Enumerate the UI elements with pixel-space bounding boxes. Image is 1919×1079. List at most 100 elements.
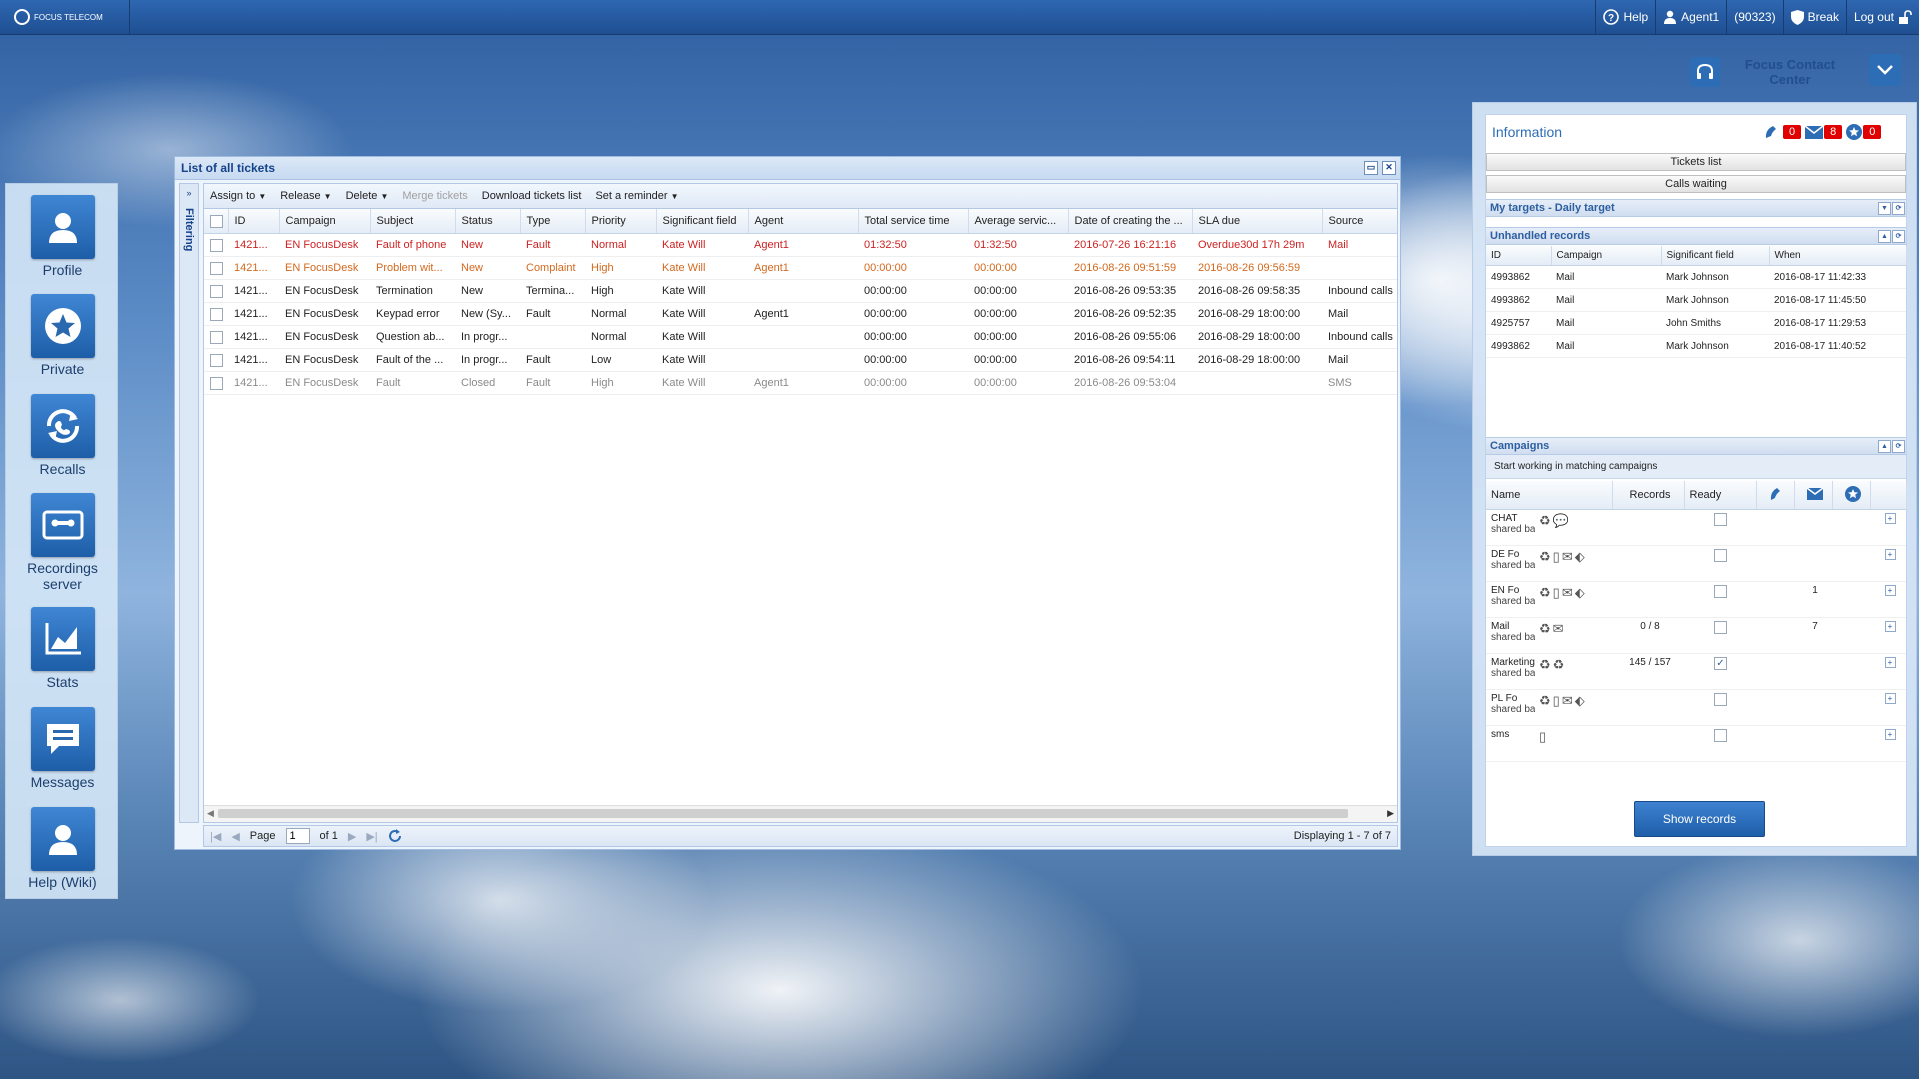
campaign-row[interactable]: sms ▯ + <box>1486 725 1906 762</box>
campaign-ready-cell[interactable] <box>1684 545 1756 582</box>
checkbox[interactable] <box>210 261 223 275</box>
brand-dropdown-button[interactable] <box>1869 54 1901 86</box>
download-tickets-button[interactable]: Download tickets list <box>482 190 582 202</box>
first-page-icon[interactable]: |◀ <box>210 830 221 843</box>
maximize-icon[interactable]: ▭ <box>1364 161 1378 175</box>
column-header[interactable]: Status <box>455 209 521 234</box>
select-all-checkbox[interactable] <box>204 209 229 234</box>
tickets-window-titlebar[interactable]: List of all tickets ▭ ✕ <box>175 157 1400 180</box>
campaign-expand-cell[interactable]: + <box>1870 617 1906 654</box>
column-header[interactable]: Subject <box>370 209 456 234</box>
column-header[interactable]: Significant field <box>656 209 749 234</box>
checkbox[interactable] <box>210 330 223 344</box>
row-select-cell[interactable] <box>204 371 228 395</box>
column-header[interactable]: Agent <box>748 209 859 234</box>
targets-section-header[interactable]: My targets - Daily target ▼ ⟳ <box>1486 199 1906 217</box>
column-header[interactable]: Average servic... <box>968 209 1069 234</box>
row-select-cell[interactable] <box>204 279 228 303</box>
expand-filter-icon[interactable]: » <box>183 187 195 199</box>
column-header[interactable]: When <box>1769 246 1907 266</box>
scroll-left-icon[interactable]: ◀ <box>207 808 214 819</box>
show-records-button[interactable]: Show records <box>1634 801 1765 837</box>
prev-page-icon[interactable]: ◀ <box>231 830 239 843</box>
next-page-icon[interactable]: ▶ <box>348 830 356 843</box>
checkbox[interactable] <box>210 376 223 390</box>
column-header[interactable]: Significant field <box>1661 246 1770 266</box>
scroll-right-icon[interactable]: ▶ <box>1387 808 1394 819</box>
ticket-row[interactable]: 1421... EN FocusDesk Problem wit... New Comp… <box>204 256 1397 280</box>
campaign-expand-cell[interactable]: + <box>1870 725 1906 762</box>
chevron-up-icon[interactable]: ▲ <box>1878 440 1891 453</box>
ticket-row[interactable]: 1421... EN FocusDesk Fault of the ... In pr… <box>204 348 1397 372</box>
unhandled-row[interactable]: 4993862 Mail Mark Johnson 2016-08-17 11:45:… <box>1486 288 1906 312</box>
campaign-ready-cell[interactable] <box>1684 617 1756 654</box>
column-header[interactable]: Campaign <box>279 209 371 234</box>
horizontal-scrollbar[interactable]: ◀ ▶ <box>204 805 1397 822</box>
column-header[interactable]: Priority <box>585 209 657 234</box>
ready-checkbox[interactable] <box>1714 729 1727 742</box>
refresh-icon[interactable]: ⟳ <box>1892 440 1905 453</box>
checkbox[interactable] <box>210 238 223 252</box>
help-button[interactable]: ? Help <box>1595 0 1655 34</box>
campaign-row[interactable]: DE Foshared base ♻▯✉⬖ + <box>1486 545 1906 582</box>
column-header[interactable]: Records <box>1612 481 1685 510</box>
campaign-expand-cell[interactable]: + <box>1870 581 1906 618</box>
campaign-row[interactable]: PL Foshared base ♻▯✉⬖ + <box>1486 689 1906 726</box>
column-header[interactable]: Ready <box>1684 481 1757 510</box>
expand-icon[interactable]: + <box>1884 549 1896 560</box>
campaign-row[interactable]: Mailshared base ♻✉ 0 / 8 7 + <box>1486 617 1906 654</box>
column-header[interactable]: Type <box>520 209 586 234</box>
column-header[interactable]: Date of creating the ... <box>1068 209 1193 234</box>
column-header[interactable]: Campaign <box>1551 246 1662 266</box>
launcher-private[interactable]: Private <box>6 294 119 377</box>
expand-icon[interactable]: + <box>1884 729 1896 740</box>
set-reminder-button[interactable]: Set a reminder ▼ <box>595 190 678 202</box>
column-header[interactable]: Total service time <box>858 209 969 234</box>
column-header[interactable]: Source <box>1322 209 1397 234</box>
row-select-cell[interactable] <box>204 348 228 372</box>
unhandled-row[interactable]: 4925757 Mail John Smiths 2016-08-17 11:29:5… <box>1486 311 1906 335</box>
launcher-stats[interactable]: Stats <box>6 607 119 690</box>
campaign-expand-cell[interactable]: + <box>1870 653 1906 690</box>
column-header[interactable]: Name <box>1486 481 1613 510</box>
expand-icon[interactable]: + <box>1884 513 1896 524</box>
column-header[interactable]: ID <box>1486 246 1552 266</box>
campaign-expand-cell[interactable]: + <box>1870 545 1906 582</box>
launcher-messages[interactable]: Messages <box>6 707 119 790</box>
expand-icon[interactable]: + <box>1884 657 1896 668</box>
column-header[interactable]: ID <box>228 209 280 234</box>
unhandled-row[interactable]: 4993862 Mail Mark Johnson 2016-08-17 11:40:… <box>1486 334 1906 358</box>
row-select-cell[interactable] <box>204 256 228 280</box>
last-page-icon[interactable]: ▶| <box>366 830 377 843</box>
campaign-ready-cell[interactable] <box>1684 689 1756 726</box>
delete-button[interactable]: Delete ▼ <box>346 190 389 202</box>
campaign-ready-cell[interactable] <box>1684 725 1756 762</box>
refresh-icon[interactable] <box>388 829 402 843</box>
ready-checkbox[interactable] <box>1714 549 1727 562</box>
calls-waiting-button[interactable]: Calls waiting <box>1486 175 1906 193</box>
column-header[interactable]: SLA due <box>1192 209 1323 234</box>
row-select-cell[interactable] <box>204 325 228 349</box>
campaign-row[interactable]: Marketingshared base ♻♻ 145 / 157 ✓ + <box>1486 653 1906 690</box>
checkbox[interactable] <box>210 284 223 298</box>
release-button[interactable]: Release ▼ <box>280 190 331 202</box>
launcher-profile[interactable]: Profile <box>6 195 119 278</box>
column-header-calls[interactable] <box>1756 481 1795 510</box>
assign-to-button[interactable]: Assign to ▼ <box>210 190 266 202</box>
ready-checkbox[interactable] <box>1714 621 1727 634</box>
chevron-down-icon[interactable]: ▼ <box>1878 202 1891 215</box>
ready-checkbox[interactable] <box>1714 513 1727 526</box>
scrollbar-thumb[interactable] <box>218 809 1348 818</box>
column-header-mails[interactable] <box>1794 481 1833 510</box>
expand-icon[interactable]: + <box>1884 621 1896 632</box>
tickets-list-button[interactable]: Tickets list <box>1486 153 1906 171</box>
ticket-row[interactable]: 1421... EN FocusDesk Termination New Termina… <box>204 279 1397 303</box>
ready-checkbox[interactable] <box>1714 693 1727 706</box>
expand-icon[interactable]: + <box>1884 585 1896 596</box>
row-select-cell[interactable] <box>204 233 228 257</box>
ticket-row[interactable]: 1421... EN FocusDesk Question ab... In prog… <box>204 325 1397 349</box>
checkbox[interactable] <box>210 307 223 321</box>
break-button[interactable]: Break <box>1782 0 1846 34</box>
campaign-expand-cell[interactable]: + <box>1870 689 1906 726</box>
ready-checkbox[interactable] <box>1714 585 1727 598</box>
